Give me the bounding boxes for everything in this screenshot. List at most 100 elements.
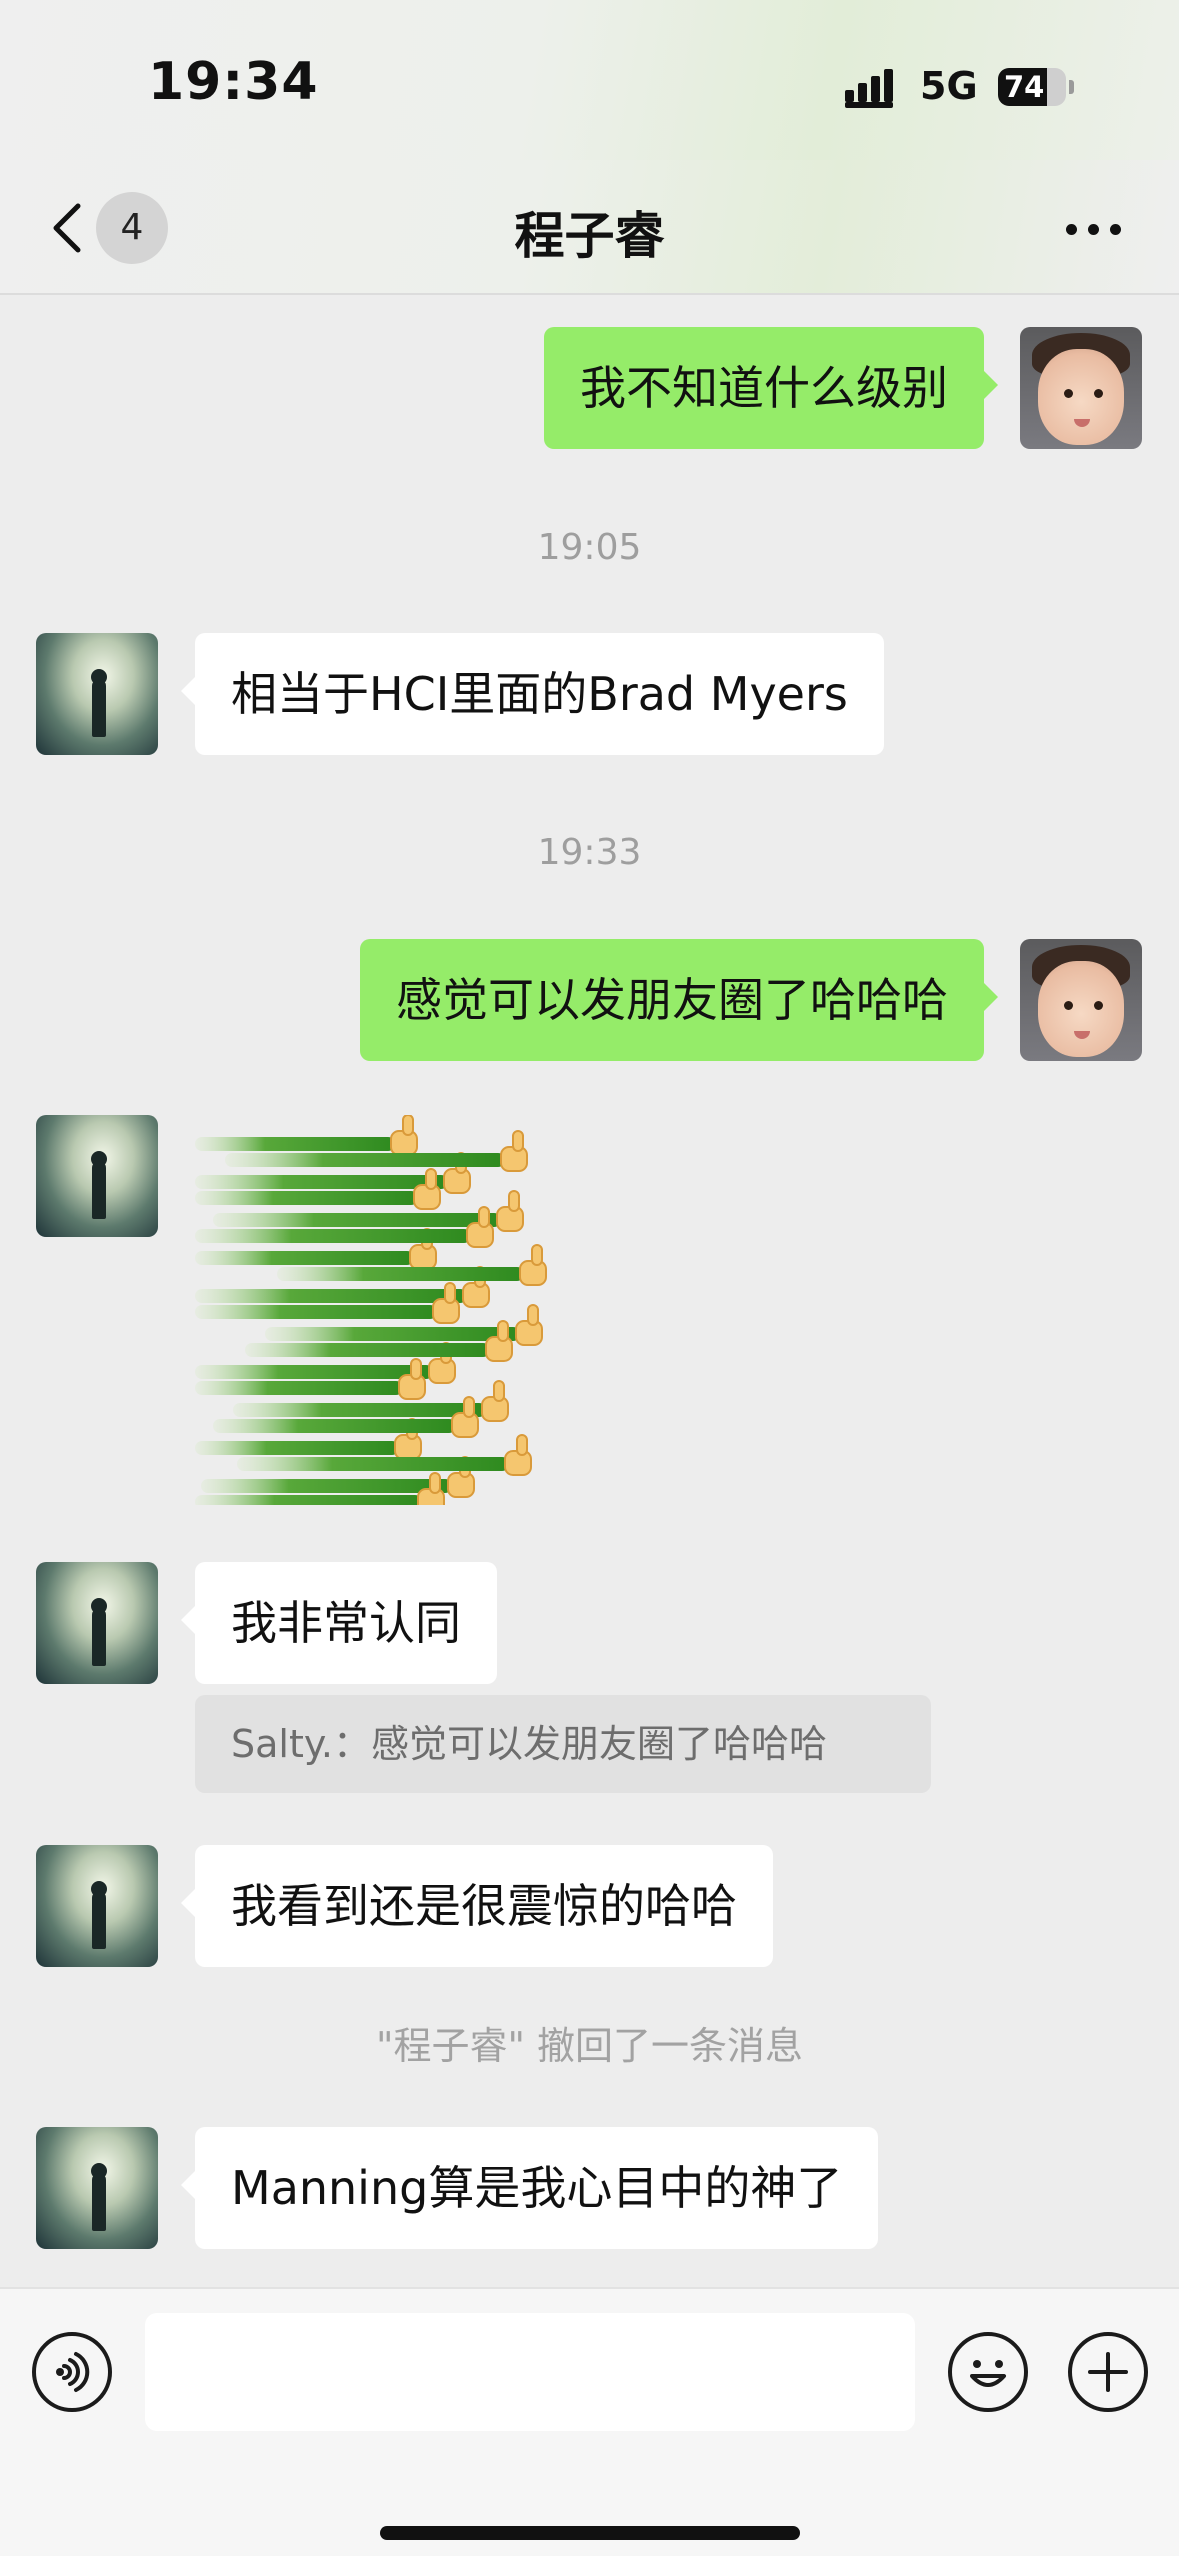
incoming-message-bubble[interactable]: Manning算是我心目中的神了 — [180, 2127, 879, 2249]
sticker-arm — [195, 1441, 399, 1455]
thumbs-up-hand — [390, 1130, 418, 1156]
sticker-arm — [195, 1229, 471, 1243]
avatar-face — [1038, 961, 1124, 1057]
thumbs-up-thumb — [508, 1190, 520, 1212]
thumbs-up-hand — [398, 1374, 426, 1400]
message-timestamp: 19:33 — [537, 832, 642, 873]
more-dot — [1088, 224, 1099, 235]
battery-level: 74 — [1004, 70, 1045, 104]
thumbs-up-sticker[interactable] — [195, 1115, 585, 1505]
thumbs-up-hand — [462, 1282, 490, 1308]
thumbs-up-hand — [519, 1260, 547, 1286]
thumbs-up-thumb — [516, 1434, 528, 1456]
message-list[interactable]: 我不知道什么级别 19:05 相当于HCI里面的Brad Myers 19:33… — [0, 297, 1179, 2287]
sticker-arm — [195, 1305, 437, 1319]
recall-notice: "程子睿" 撤回了一条消息 — [375, 2024, 804, 2068]
chat-input-bar — [0, 2287, 1179, 2556]
sticker-arm — [213, 1419, 456, 1433]
thumbs-up-hand — [504, 1450, 532, 1476]
sticker-arm — [277, 1267, 524, 1281]
thumbs-up-thumb — [429, 1472, 441, 1494]
friend-avatar[interactable] — [36, 1115, 158, 1237]
thumbs-up-hand — [515, 1320, 543, 1346]
plus-icon — [1088, 2352, 1128, 2392]
thumbs-up-hand — [485, 1336, 513, 1362]
thumbs-up-thumb — [425, 1168, 437, 1190]
outgoing-message-bubble[interactable]: 感觉可以发朋友圈了哈哈哈 — [360, 939, 998, 1061]
more-dot — [1066, 224, 1077, 235]
network-label: 5G — [920, 64, 978, 108]
incoming-message-bubble[interactable]: 我非常认同 — [181, 1562, 497, 1684]
thumbs-up-thumb — [493, 1380, 505, 1402]
sticker-arm — [245, 1343, 490, 1357]
home-indicator — [380, 2526, 800, 2540]
thumbs-up-hand — [413, 1184, 441, 1210]
thumbs-up-hand — [500, 1146, 528, 1172]
thumbs-up-thumb — [410, 1358, 422, 1380]
avatar-eye — [1094, 389, 1103, 398]
avatar-eye — [1064, 1001, 1073, 1010]
my-avatar[interactable] — [1020, 939, 1142, 1061]
thumbs-up-thumb — [512, 1130, 524, 1152]
voice-button[interactable] — [32, 2332, 112, 2412]
thumbs-up-hand — [443, 1168, 471, 1194]
avatar-face — [1038, 349, 1124, 445]
incoming-message-bubble[interactable]: 我看到还是很震惊的哈哈 — [181, 1845, 773, 1967]
thumbs-up-hand — [466, 1222, 494, 1248]
sticker-arm — [195, 1381, 403, 1395]
avatar-eye — [1064, 389, 1073, 398]
sticker-arm — [213, 1213, 501, 1227]
avatar-eye — [1094, 1001, 1103, 1010]
signal-icon — [845, 69, 893, 108]
sticker-arm — [233, 1403, 486, 1417]
sticker-arm — [201, 1479, 452, 1493]
sticker-arm — [265, 1327, 520, 1341]
thumbs-up-hand — [447, 1472, 475, 1498]
sticker-arm — [237, 1457, 509, 1471]
status-time: 19:34 — [148, 52, 319, 112]
thumbs-up-thumb — [402, 1115, 414, 1136]
sticker-arm — [195, 1289, 467, 1303]
thumbs-up-thumb — [463, 1396, 475, 1418]
thumbs-up-hand — [496, 1206, 524, 1232]
thumbs-up-thumb — [531, 1244, 543, 1266]
sticker-arm — [195, 1495, 422, 1505]
thumbs-up-hand — [428, 1358, 456, 1384]
voice-icon — [56, 2352, 90, 2392]
outgoing-message-bubble[interactable]: 我不知道什么级别 — [544, 327, 998, 449]
sticker-arm — [195, 1251, 414, 1265]
friend-avatar[interactable] — [36, 1845, 158, 1967]
thumbs-up-thumb — [497, 1320, 509, 1342]
thumbs-up-thumb — [527, 1304, 539, 1326]
emoji-button[interactable] — [948, 2332, 1028, 2412]
chat-title: 程子睿 — [514, 207, 665, 265]
sticker-arm — [195, 1365, 433, 1379]
sticker-arm — [195, 1137, 395, 1151]
quoted-message[interactable]: Salty.：感觉可以发朋友圈了哈哈哈 — [195, 1695, 931, 1793]
message-input[interactable] — [145, 2313, 915, 2431]
message-timestamp: 19:05 — [537, 527, 642, 568]
thumbs-up-thumb — [444, 1282, 456, 1304]
status-bar: 19:34 5G 74 — [0, 0, 1179, 160]
sticker-arm — [195, 1191, 418, 1205]
plus-button[interactable] — [1068, 2332, 1148, 2412]
thumbs-up-hand — [451, 1412, 479, 1438]
more-dot — [1110, 224, 1121, 235]
thumbs-up-hand — [481, 1396, 509, 1422]
friend-avatar[interactable] — [36, 1562, 158, 1684]
my-avatar[interactable] — [1020, 327, 1142, 449]
more-button[interactable] — [1060, 200, 1130, 256]
battery-icon: 74 — [998, 68, 1066, 106]
battery-tip — [1069, 80, 1074, 94]
thumbs-up-hand — [432, 1298, 460, 1324]
emoji-icon — [970, 2360, 1006, 2387]
sticker-arm — [225, 1153, 505, 1167]
thumbs-up-hand — [409, 1244, 437, 1270]
incoming-message-bubble[interactable]: 相当于HCI里面的Brad Myers — [181, 633, 884, 755]
friend-avatar[interactable] — [36, 2127, 158, 2249]
thumbs-up-hand — [394, 1434, 422, 1460]
sticker-arm — [195, 1175, 448, 1189]
thumbs-up-thumb — [478, 1206, 490, 1228]
friend-avatar[interactable] — [36, 633, 158, 755]
chat-header: 4 程子睿 — [0, 160, 1179, 295]
